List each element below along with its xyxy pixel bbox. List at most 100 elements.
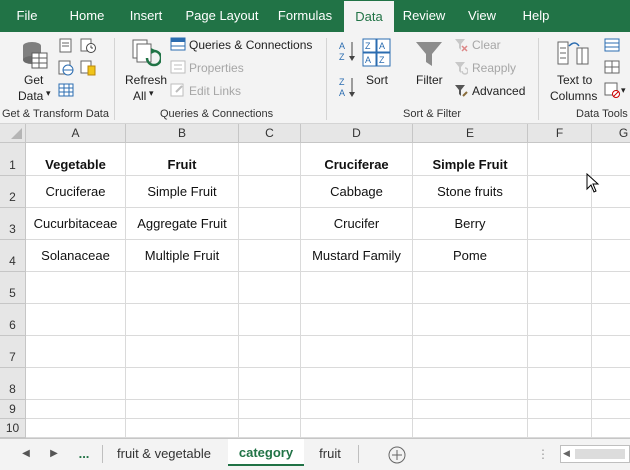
cell-a6[interactable] bbox=[26, 304, 126, 336]
cell-c6[interactable] bbox=[239, 304, 301, 336]
recent-sources-icon[interactable] bbox=[80, 38, 96, 59]
cell-e8[interactable] bbox=[413, 368, 528, 400]
cell-d7[interactable] bbox=[301, 336, 413, 368]
cell-f10[interactable] bbox=[528, 419, 592, 438]
filter-button[interactable]: Filter bbox=[416, 73, 443, 87]
data-validation-icon[interactable] bbox=[604, 82, 620, 103]
cell-c8[interactable] bbox=[239, 368, 301, 400]
column-header-b[interactable]: B bbox=[126, 124, 239, 143]
cell-d5[interactable] bbox=[301, 272, 413, 304]
tab-file[interactable]: File bbox=[8, 0, 46, 32]
sheet-tab-fruit-vegetable[interactable]: fruit & vegetable bbox=[104, 443, 224, 465]
cell-b2[interactable]: Simple Fruit bbox=[126, 176, 239, 208]
get-data-icon[interactable] bbox=[22, 40, 48, 75]
cell-a7[interactable] bbox=[26, 336, 126, 368]
select-all-corner[interactable] bbox=[0, 124, 26, 143]
properties-button[interactable]: Properties bbox=[189, 61, 244, 75]
cell-f5[interactable] bbox=[528, 272, 592, 304]
text-to-columns-label-line1[interactable]: Text to bbox=[557, 73, 592, 87]
get-data-label-line2[interactable]: Data bbox=[18, 89, 43, 103]
cell-d9[interactable] bbox=[301, 400, 413, 419]
edit-links-button[interactable]: Edit Links bbox=[189, 84, 241, 98]
tab-insert[interactable]: Insert bbox=[124, 0, 168, 32]
cell-d10[interactable] bbox=[301, 419, 413, 438]
cell-b10[interactable] bbox=[126, 419, 239, 438]
get-data-label-line1[interactable]: Get bbox=[24, 73, 43, 87]
cell-d3[interactable]: Crucifer bbox=[301, 208, 413, 240]
cell-c7[interactable] bbox=[239, 336, 301, 368]
cell-f6[interactable] bbox=[528, 304, 592, 336]
cell-c5[interactable] bbox=[239, 272, 301, 304]
tab-home[interactable]: Home bbox=[62, 0, 112, 32]
cell-a8[interactable] bbox=[26, 368, 126, 400]
cell-f1[interactable] bbox=[528, 143, 592, 176]
cell-f7[interactable] bbox=[528, 336, 592, 368]
cell-b6[interactable] bbox=[126, 304, 239, 336]
cell-c10[interactable] bbox=[239, 419, 301, 438]
cell-a4[interactable]: Solanaceae bbox=[26, 240, 126, 272]
tab-view[interactable]: View bbox=[462, 0, 502, 32]
cell-d1[interactable]: Cruciferae bbox=[301, 143, 413, 176]
reapply-button[interactable]: Reapply bbox=[472, 61, 516, 75]
clear-button[interactable]: Clear bbox=[472, 38, 501, 52]
cell-e4[interactable]: Pome bbox=[413, 240, 528, 272]
cell-g5[interactable] bbox=[592, 272, 630, 304]
cell-f4[interactable] bbox=[528, 240, 592, 272]
cell-g9[interactable] bbox=[592, 400, 630, 419]
cell-d2[interactable]: Cabbage bbox=[301, 176, 413, 208]
tab-review[interactable]: Review bbox=[402, 0, 446, 32]
row-header-3[interactable]: 3 bbox=[0, 208, 26, 240]
cell-c1[interactable] bbox=[239, 143, 301, 176]
refresh-all-label-line2[interactable]: All bbox=[133, 89, 146, 103]
cell-a9[interactable] bbox=[26, 400, 126, 419]
sort-descending-icon[interactable]: ZA bbox=[339, 76, 357, 103]
dropdown-arrow-icon[interactable]: ▾ bbox=[46, 88, 51, 99]
row-header-1[interactable]: 1 bbox=[0, 143, 26, 176]
cell-f9[interactable] bbox=[528, 400, 592, 419]
cell-g6[interactable] bbox=[592, 304, 630, 336]
cell-g7[interactable] bbox=[592, 336, 630, 368]
cell-e1[interactable]: Simple Fruit bbox=[413, 143, 528, 176]
from-table-icon[interactable] bbox=[58, 82, 74, 103]
cell-b3[interactable]: Aggregate Fruit bbox=[126, 208, 239, 240]
cell-a10[interactable] bbox=[26, 419, 126, 438]
tab-data[interactable]: Data bbox=[344, 1, 394, 32]
scroll-right-icon[interactable]: ▶ bbox=[46, 443, 62, 465]
cell-e5[interactable] bbox=[413, 272, 528, 304]
column-header-c[interactable]: C bbox=[239, 124, 301, 143]
scrollbar-left-arrow-icon[interactable]: ◀ bbox=[563, 448, 570, 459]
cell-e3[interactable]: Berry bbox=[413, 208, 528, 240]
row-header-6[interactable]: 6 bbox=[0, 304, 26, 336]
remove-duplicates-icon[interactable] bbox=[604, 60, 620, 79]
cell-a2[interactable]: Cruciferae bbox=[26, 176, 126, 208]
cell-f2[interactable] bbox=[528, 176, 592, 208]
cell-a1[interactable]: Vegetable bbox=[26, 143, 126, 176]
cell-f3[interactable] bbox=[528, 208, 592, 240]
cell-f8[interactable] bbox=[528, 368, 592, 400]
cell-e10[interactable] bbox=[413, 419, 528, 438]
cell-g4[interactable] bbox=[592, 240, 630, 272]
row-header-8[interactable]: 8 bbox=[0, 368, 26, 400]
dropdown-arrow-icon[interactable]: ▾ bbox=[621, 85, 626, 96]
cell-c2[interactable] bbox=[239, 176, 301, 208]
dropdown-arrow-icon[interactable]: ▾ bbox=[149, 88, 154, 99]
cell-e7[interactable] bbox=[413, 336, 528, 368]
new-sheet-icon[interactable] bbox=[387, 445, 407, 470]
cell-b7[interactable] bbox=[126, 336, 239, 368]
queries-connections-button[interactable]: Queries & Connections bbox=[189, 38, 312, 52]
advanced-filter-icon[interactable] bbox=[454, 84, 468, 103]
tab-formulas[interactable]: Formulas bbox=[276, 0, 334, 32]
cell-g3[interactable] bbox=[592, 208, 630, 240]
cell-g8[interactable] bbox=[592, 368, 630, 400]
existing-connections-icon[interactable] bbox=[80, 60, 96, 81]
cell-e2[interactable]: Stone fruits bbox=[413, 176, 528, 208]
cell-b4[interactable]: Multiple Fruit bbox=[126, 240, 239, 272]
cell-e9[interactable] bbox=[413, 400, 528, 419]
cell-a3[interactable]: Cucurbitaceae bbox=[26, 208, 126, 240]
refresh-all-icon[interactable] bbox=[131, 38, 163, 75]
from-web-icon[interactable] bbox=[58, 60, 74, 81]
queries-connections-icon[interactable] bbox=[170, 37, 186, 56]
tab-help[interactable]: Help bbox=[516, 0, 556, 32]
row-header-7[interactable]: 7 bbox=[0, 336, 26, 368]
worksheet-grid[interactable]: A B C D E F G 1 2 3 4 5 6 7 8 9 10 Veget… bbox=[0, 124, 630, 438]
